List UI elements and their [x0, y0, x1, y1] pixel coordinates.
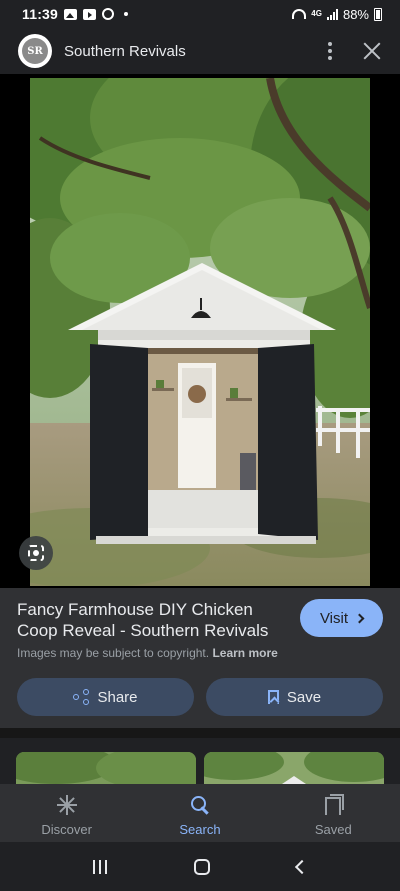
nav-saved-label: Saved: [314, 822, 352, 837]
signal-icon: [326, 8, 338, 20]
gallery-notification-icon: [64, 8, 78, 20]
related-image-thumbnail[interactable]: [16, 752, 196, 784]
close-icon[interactable]: [362, 41, 382, 61]
share-icon: [73, 689, 90, 705]
hotspot-icon: [292, 9, 307, 19]
battery-percent: 88%: [342, 6, 369, 22]
status-bar: 11:39 4G 88%: [0, 0, 400, 28]
result-info-panel: Fancy Farmhouse DIY Chicken Coop Reveal …: [0, 588, 400, 728]
related-results: [0, 738, 400, 784]
copyright-notice: Images may be subject to copyright. Lear…: [17, 646, 278, 660]
network-type-label: 4G: [311, 9, 322, 18]
recents-icon[interactable]: [93, 859, 108, 874]
chicken-coop-photo: [30, 78, 370, 586]
nav-search[interactable]: Search: [133, 784, 266, 842]
whatsapp-notification-icon: [102, 8, 115, 20]
google-lens-button[interactable]: [19, 536, 53, 570]
copyright-text: Images may be subject to copyright.: [17, 646, 210, 660]
chevron-right-icon: [354, 613, 365, 623]
bottom-navigation: Discover Search Saved: [0, 784, 400, 842]
related-image-thumbnail[interactable]: [204, 752, 384, 784]
visit-label: Visit: [319, 609, 349, 627]
more-vert-icon[interactable]: [320, 42, 340, 60]
save-label: Save: [286, 688, 322, 706]
nav-discover-label: Discover: [41, 822, 92, 837]
share-label: Share: [97, 688, 138, 706]
bookmarks-icon: [322, 794, 345, 816]
site-logo: SR: [22, 38, 48, 64]
section-divider: [0, 728, 400, 738]
source-header: SR Southern Revivals: [0, 28, 400, 74]
asterisk-icon: [56, 794, 78, 816]
learn-more-link[interactable]: Learn more: [212, 646, 277, 660]
home-icon[interactable]: [193, 858, 210, 875]
google-lens-icon: [28, 545, 44, 561]
back-icon[interactable]: [294, 859, 309, 874]
battery-icon: [374, 7, 382, 21]
nav-discover[interactable]: Discover: [0, 784, 133, 842]
bookmark-icon: [267, 690, 279, 704]
visit-button[interactable]: Visit: [300, 599, 383, 637]
youtube-notification-icon: [83, 8, 97, 20]
preview-image[interactable]: [30, 78, 370, 586]
status-right: 4G 88%: [292, 7, 382, 22]
share-button[interactable]: Share: [17, 678, 194, 716]
status-time: 11:39: [22, 6, 59, 22]
search-icon: [189, 794, 211, 816]
system-navigation-bar: [0, 842, 400, 891]
related-image-1: [16, 752, 196, 784]
site-avatar[interactable]: SR: [18, 34, 52, 68]
status-left: 11:39: [22, 6, 129, 22]
related-image-2: [204, 752, 384, 784]
more-notifications-dot-icon: [124, 12, 129, 16]
result-title[interactable]: Fancy Farmhouse DIY Chicken Coop Reveal …: [17, 599, 287, 641]
nav-search-label: Search: [179, 822, 221, 837]
image-viewer: [0, 74, 400, 588]
site-name[interactable]: Southern Revivals: [64, 43, 186, 60]
nav-saved[interactable]: Saved: [267, 784, 400, 842]
save-button[interactable]: Save: [206, 678, 383, 716]
